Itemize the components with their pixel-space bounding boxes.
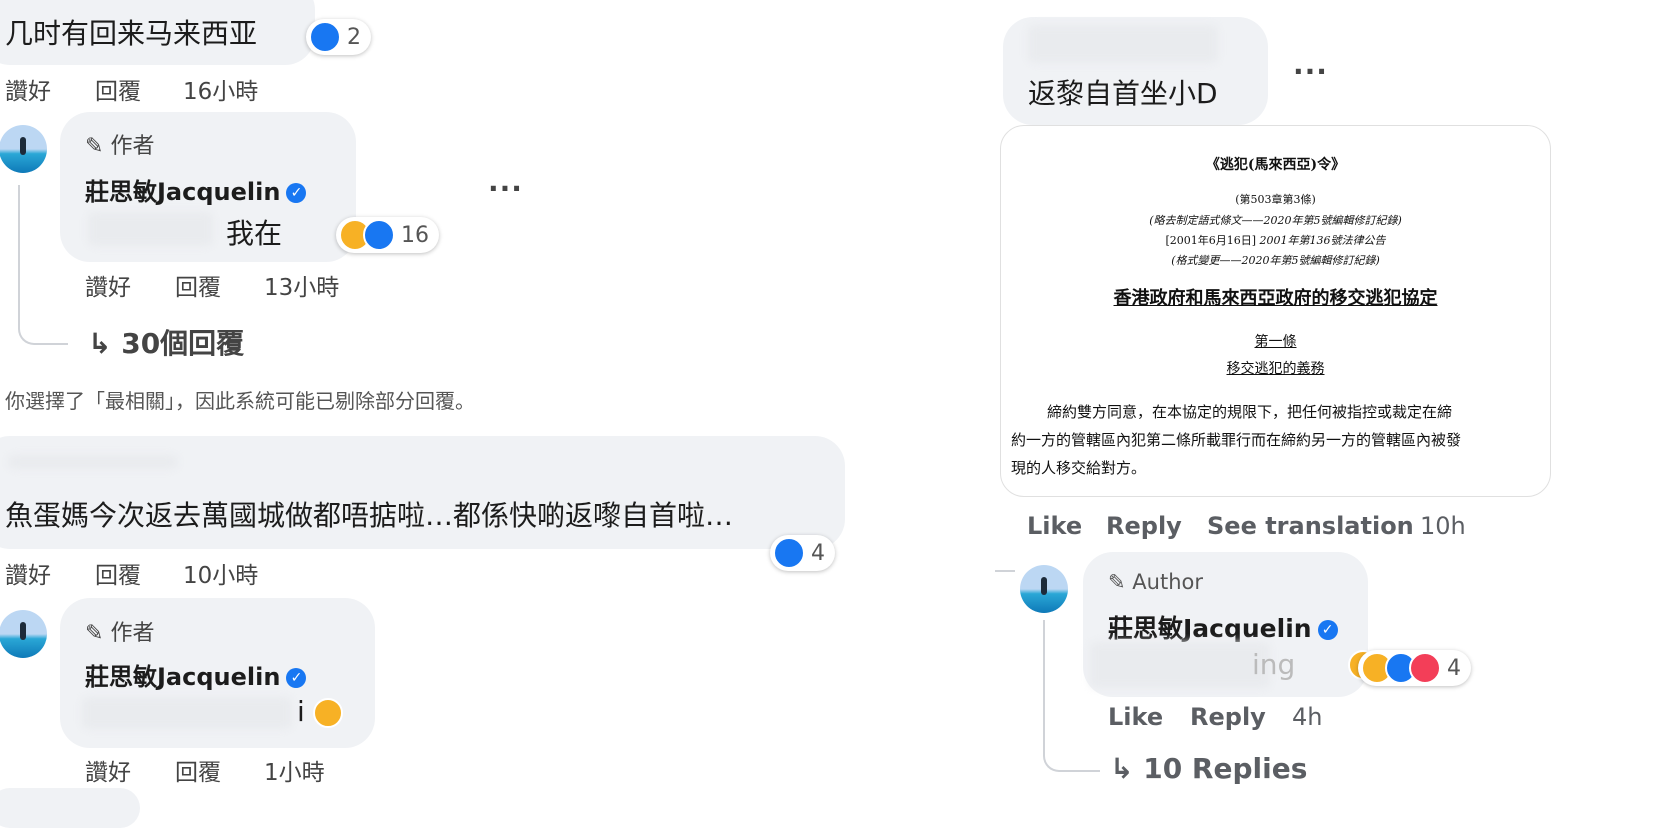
author-name[interactable]: 莊思敏Jacquelin ✓ xyxy=(1108,609,1338,645)
comment-text: 返黎自首坐小D xyxy=(1028,77,1218,110)
timestamp[interactable]: 1小時 xyxy=(264,753,325,787)
author-badge: ✎ 作者 xyxy=(85,621,155,646)
attached-document-image[interactable]: 《逃犯(馬來西亞)令》 (第503章第3條) (略去制定語式條文——2020年第… xyxy=(1000,125,1551,497)
reply-button[interactable]: 回覆 xyxy=(95,556,141,590)
doc-heading: 香港政府和馬來西亞政府的移交逃犯協定 xyxy=(1113,288,1438,309)
reaction-count: 16 xyxy=(401,222,429,248)
timestamp[interactable]: 10小時 xyxy=(183,556,258,590)
author-badge: ✎ 作者 xyxy=(85,134,155,159)
redacted-text xyxy=(1090,642,1270,688)
doc-date: [2001年6月16日] 2001年第136號法律公告 xyxy=(1165,234,1386,247)
like-reaction-icon xyxy=(309,21,341,53)
pencil-icon: ✎ xyxy=(1108,570,1126,594)
reply-button[interactable]: Reply xyxy=(1190,703,1266,731)
like-button[interactable]: 讚好 xyxy=(5,556,51,590)
reaction-summary[interactable]: 4 xyxy=(1358,650,1471,686)
doc-note: (格式變更——2020年第5號編輯修訂紀錄) xyxy=(1171,254,1380,267)
pencil-icon: ✎ xyxy=(85,134,104,159)
pencil-icon: ✎ xyxy=(85,621,104,646)
love-reaction-icon xyxy=(1409,652,1441,684)
reaction-summary[interactable]: 4 xyxy=(770,535,835,571)
like-reaction-icon xyxy=(363,219,395,251)
redacted-text xyxy=(82,697,292,729)
reply-text: ing xyxy=(1252,648,1296,681)
like-button[interactable]: 讚好 xyxy=(85,753,131,787)
redacted-name xyxy=(8,455,178,469)
filter-notice: 你選擇了「最相關」，因此系統可能已剔除部分回覆。 xyxy=(5,389,475,413)
reply-arrow-icon: ↳ xyxy=(1110,752,1134,785)
author-badge: ✎ Author xyxy=(1108,570,1203,594)
timestamp[interactable]: 13小時 xyxy=(264,268,339,302)
like-button[interactable]: 讚好 xyxy=(85,268,131,302)
reply-text: i xyxy=(297,695,305,728)
reaction-count: 4 xyxy=(1447,655,1461,681)
timestamp[interactable]: 10h xyxy=(1420,512,1466,540)
rofl-emoji-icon xyxy=(313,698,343,728)
comment-text: 魚蛋媽今次返去萬國城做都唔掂啦…都係快啲返嚟自首啦… xyxy=(5,499,734,532)
doc-article-title: 移交逃犯的義務 xyxy=(1226,361,1325,377)
reaction-summary[interactable]: 2 xyxy=(306,19,371,55)
timestamp[interactable]: 16小時 xyxy=(183,72,258,106)
more-options-icon[interactable]: ··· xyxy=(1293,55,1328,88)
reply-button[interactable]: 回覆 xyxy=(175,753,221,787)
reply-button[interactable]: 回覆 xyxy=(175,268,221,302)
reaction-count: 4 xyxy=(811,540,825,566)
next-comment-bubble xyxy=(0,788,140,828)
thread-line xyxy=(995,570,1015,582)
redacted-name xyxy=(1028,25,1218,63)
avatar[interactable] xyxy=(0,125,47,173)
doc-title: 《逃犯(馬來西亞)令》 xyxy=(1205,157,1346,173)
reply-arrow-icon: ↳ xyxy=(88,327,112,360)
verified-badge-icon: ✓ xyxy=(286,668,307,688)
author-name[interactable]: 莊思敏Jacquelin ✓ xyxy=(85,657,307,692)
reply-text: 我在 xyxy=(226,217,283,250)
more-options-icon[interactable]: ··· xyxy=(488,172,523,205)
comment-text: 几时有回来马来西亚 xyxy=(5,17,258,50)
author-name[interactable]: 莊思敏Jacquelin ✓ xyxy=(85,172,307,207)
reply-button[interactable]: Reply xyxy=(1106,512,1182,540)
verified-badge-icon: ✓ xyxy=(286,183,307,203)
view-replies-link[interactable]: ↳ 10 Replies xyxy=(1110,752,1307,785)
see-translation-link[interactable]: See translation xyxy=(1207,512,1414,540)
reply-button[interactable]: 回覆 xyxy=(95,72,141,106)
like-button[interactable]: 讚好 xyxy=(5,72,51,106)
redacted-text xyxy=(88,212,213,246)
doc-note: (略去制定語式條文——2020年第5號編輯修訂紀錄) xyxy=(1149,214,1402,227)
avatar[interactable] xyxy=(1020,565,1068,613)
reaction-summary[interactable]: 16 xyxy=(336,217,439,253)
doc-chapter: (第503章第3條) xyxy=(1235,193,1316,206)
like-button[interactable]: Like xyxy=(1108,703,1163,731)
like-reaction-icon xyxy=(773,537,805,569)
view-replies-link[interactable]: ↳ 30個回覆 xyxy=(88,322,244,362)
verified-badge-icon: ✓ xyxy=(1317,620,1338,640)
avatar[interactable] xyxy=(0,610,47,658)
doc-paragraph: 締約雙方同意，在本協定的規限下，把任何被指控或裁定在締 約一方的管轄區內犯第二條… xyxy=(1011,403,1462,477)
doc-article: 第一條 xyxy=(1254,334,1297,350)
timestamp[interactable]: 4h xyxy=(1292,703,1322,731)
like-button[interactable]: Like xyxy=(1027,512,1082,540)
reaction-count: 2 xyxy=(347,24,361,50)
